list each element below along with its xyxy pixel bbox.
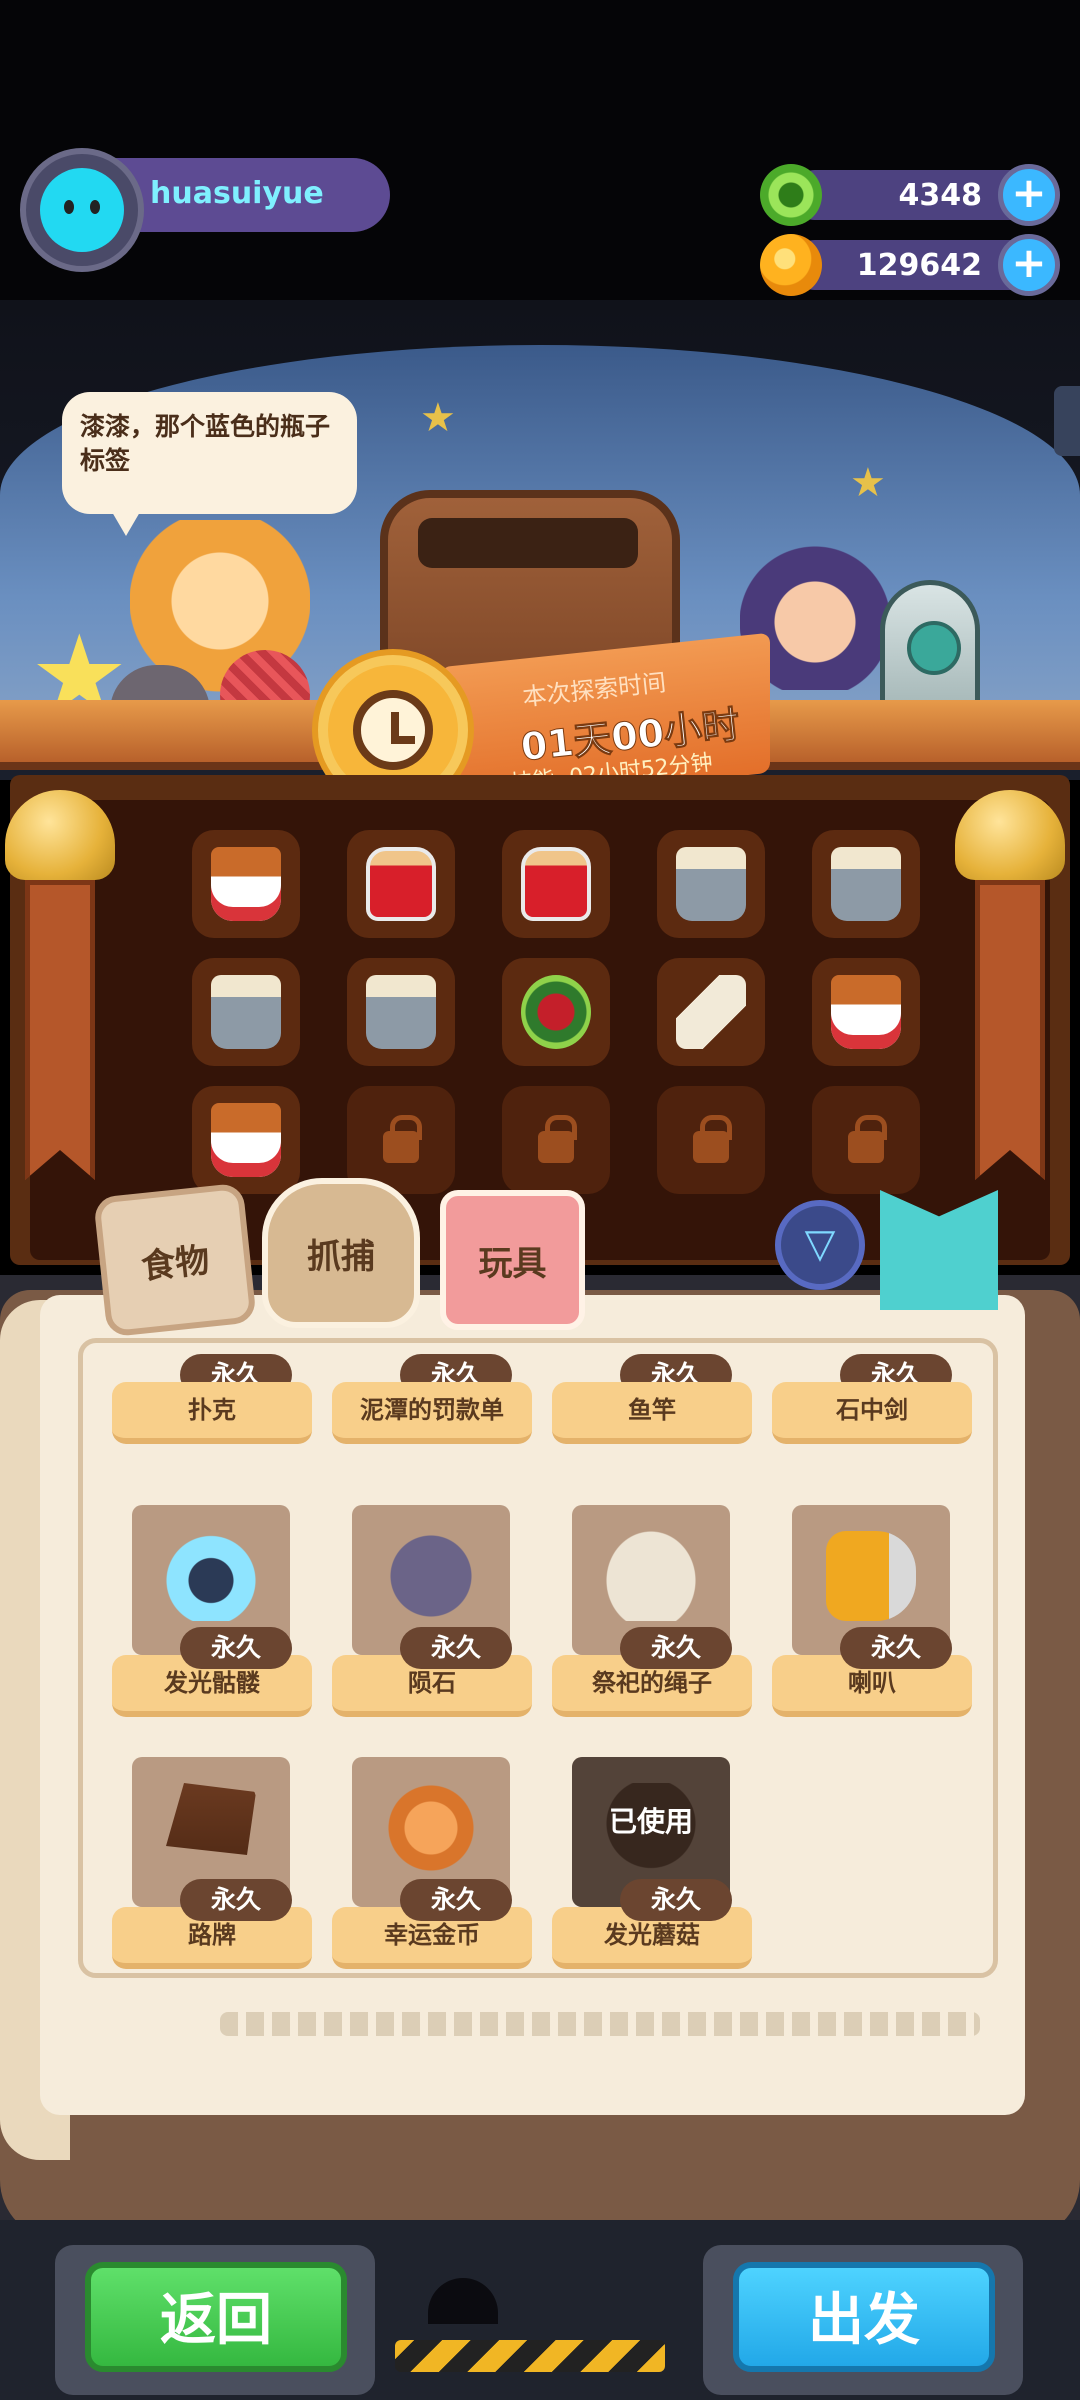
signpost-icon [166, 1783, 256, 1855]
player-profile[interactable]: huasuiyue [20, 148, 390, 272]
bag-slot[interactable] [502, 830, 610, 938]
bag-slot[interactable] [812, 830, 920, 938]
add-gem-button[interactable]: + [998, 164, 1060, 226]
star-icon: ★ [850, 460, 886, 506]
lock-icon [538, 1115, 577, 1163]
cream-bucket-icon [676, 847, 746, 921]
bag-slot[interactable] [502, 958, 610, 1066]
gem-currency: 4348 + [760, 164, 1060, 226]
scroll-pen-icon [676, 975, 746, 1049]
bag-slot[interactable] [657, 830, 765, 938]
item-card[interactable]: 永久 泥潭的罚款单 [332, 1320, 532, 1530]
bag-slot[interactable] [812, 958, 920, 1066]
item-card[interactable]: 幸运金币 永久 [332, 1757, 532, 1969]
bag-slot[interactable] [192, 1086, 300, 1194]
horn-icon [826, 1531, 916, 1621]
item-card[interactable]: 永久 石中剑 [772, 1320, 972, 1530]
cat-avatar-icon [40, 168, 124, 252]
bag-slot[interactable] [347, 958, 455, 1066]
gem-value: 4348 [898, 178, 983, 213]
hazard-stripe [395, 2340, 665, 2372]
avatar[interactable] [20, 148, 144, 272]
side-link-icon[interactable] [1054, 386, 1080, 456]
bag-slot[interactable] [192, 830, 300, 938]
bag-slot[interactable] [192, 958, 300, 1066]
bell-icon [955, 790, 1065, 880]
locked-slot[interactable] [657, 1086, 765, 1194]
chicken-bucket-icon [211, 1103, 281, 1177]
locked-slot[interactable] [812, 1086, 920, 1194]
left-bell-banner [5, 790, 115, 1210]
item-card[interactable]: 发光骷髅 永久 [112, 1505, 312, 1717]
flower-bomb-icon [521, 975, 591, 1049]
star-icon: ★ [420, 395, 456, 441]
bell-icon [5, 790, 115, 880]
ritual-rope-icon [606, 1531, 696, 1621]
item-card[interactable]: 永久 扑克 [112, 1320, 312, 1530]
cream-bucket-icon [366, 975, 436, 1049]
lock-icon [848, 1115, 887, 1163]
bag-slot[interactable] [347, 830, 455, 938]
tab-food[interactable]: 食物 [93, 1182, 257, 1338]
item-name: 扑克 [112, 1382, 312, 1444]
item-card[interactable]: 陨石 永久 [332, 1505, 532, 1717]
gold-value: 129642 [856, 248, 982, 283]
red-potion-icon [521, 847, 591, 921]
lock-icon [383, 1115, 422, 1163]
locked-slot[interactable] [502, 1086, 610, 1194]
item-card[interactable]: 路牌 永久 [112, 1757, 312, 1969]
item-card[interactable]: 喇叭 永久 [772, 1505, 972, 1717]
chicken-bucket-icon [831, 975, 901, 1049]
item-name: 泥潭的罚款单 [332, 1382, 532, 1444]
blurred-page-text [220, 2012, 980, 2036]
meteorite-icon [386, 1531, 476, 1621]
item-name: 鱼竿 [552, 1382, 752, 1444]
glowing-skull-icon [166, 1531, 256, 1621]
gold-currency: 129642 + [760, 234, 1060, 296]
lucky-coin-icon [386, 1783, 476, 1873]
item-card[interactable]: 祭祀的绳子 永久 [552, 1505, 752, 1717]
player-name: huasuiyue [150, 176, 324, 211]
red-potion-icon [366, 847, 436, 921]
add-gold-button[interactable]: + [998, 234, 1060, 296]
cream-bucket-icon [211, 975, 281, 1049]
back-button[interactable]: 返回 [85, 2262, 347, 2372]
item-name: 石中剑 [772, 1382, 972, 1444]
filter-button[interactable]: ▽ [775, 1200, 865, 1290]
cream-bucket-icon [831, 847, 901, 921]
green-donut-icon [760, 164, 822, 226]
right-bell-banner [955, 790, 1065, 1210]
speech-bubble: 漆漆，那个蓝色的瓶子标签 [62, 392, 357, 536]
item-card[interactable]: 永久 鱼竿 [552, 1320, 752, 1530]
item-card[interactable]: 已使用 发光蘑菇 永久 [552, 1757, 752, 1969]
depart-button[interactable]: 出发 [733, 2262, 995, 2372]
chicken-bucket-icon [211, 847, 281, 921]
tab-catch[interactable]: 抓捕 [262, 1178, 420, 1328]
tab-toy[interactable]: 玩具 [440, 1190, 585, 1330]
filter-icon: ▽ [804, 1221, 836, 1267]
planet-coin-icon [760, 234, 822, 296]
lock-icon [693, 1115, 732, 1163]
bag-slot[interactable] [657, 958, 765, 1066]
